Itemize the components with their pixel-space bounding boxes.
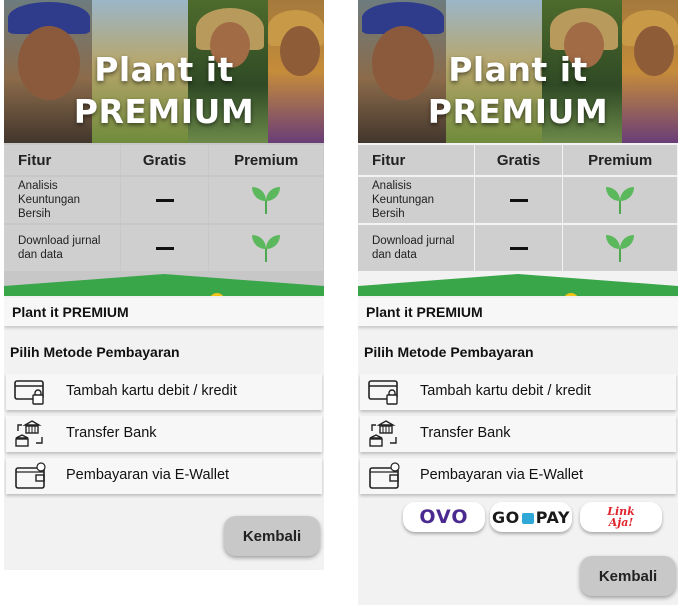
option-label: Pembayaran via E-Wallet	[66, 467, 230, 483]
free-cell	[474, 225, 563, 271]
sheet-title: Plant it PREMIUM	[12, 304, 129, 320]
linkaja-button[interactable]: Link Aja!	[580, 502, 662, 532]
option-label: Pembayaran via E-Wallet	[420, 467, 584, 483]
sheet-header: Plant it PREMIUM	[4, 298, 324, 326]
option-bank-transfer[interactable]: Transfer Bank	[360, 416, 676, 452]
back-button[interactable]: Kembali	[580, 556, 676, 596]
e-wallet-icon	[369, 462, 400, 489]
features-table: Fitur Gratis Premium Analisis Keuntungan…	[4, 145, 324, 273]
header-premium: Premium	[563, 145, 677, 175]
feature-name: Download jurnal dan data	[358, 225, 474, 271]
option-ewallet[interactable]: Pembayaran via E-Wallet	[360, 458, 676, 494]
option-label: Transfer Bank	[420, 425, 511, 441]
dash-icon	[155, 198, 174, 202]
ovo-logo: OVO	[419, 506, 469, 528]
option-label: Transfer Bank	[66, 425, 157, 441]
hero-title-line1: Plant it	[448, 50, 588, 89]
free-cell	[120, 177, 209, 223]
leaf-icon	[252, 235, 281, 262]
dash-icon	[509, 198, 528, 202]
sheet-subtitle: Pilih Metode Pembayaran	[364, 344, 534, 360]
gopay-logo-right: PAY	[535, 507, 570, 527]
screen-before: Plant it PREMIUM Fitur Gratis Premium An…	[4, 0, 324, 570]
leaf-icon	[606, 235, 635, 262]
payment-sheet: Plant it PREMIUM Pilih Metode Pembayaran…	[358, 296, 678, 605]
free-cell	[120, 225, 209, 271]
sheet-title: Plant it PREMIUM	[366, 304, 483, 320]
ovo-button[interactable]: OVO	[403, 502, 485, 532]
e-wallet-icon	[15, 462, 46, 489]
premium-cell	[563, 225, 677, 271]
sheet-header: Plant it PREMIUM	[358, 298, 678, 326]
leaf-icon	[252, 187, 281, 214]
ewallet-choices: OVO GO PAY Link Aja!	[403, 502, 663, 532]
option-label: Tambah kartu debit / kredit	[420, 383, 591, 399]
features-table: Fitur Gratis Premium Analisis Keuntungan…	[358, 145, 678, 273]
screen-after: Plant it PREMIUM Fitur Gratis Premium An…	[358, 0, 678, 605]
premium-cell	[209, 225, 323, 271]
option-bank-transfer[interactable]: Transfer Bank	[6, 416, 322, 452]
free-cell	[474, 177, 563, 223]
option-ewallet[interactable]: Pembayaran via E-Wallet	[6, 458, 322, 494]
feature-name: Analisis Keuntungan Bersih	[358, 177, 474, 223]
hero-title-line2: PREMIUM	[427, 92, 609, 131]
dash-icon	[155, 246, 174, 250]
option-card[interactable]: Tambah kartu debit / kredit	[360, 374, 676, 410]
bank-transfer-icon	[15, 420, 43, 447]
premium-cell	[563, 177, 677, 223]
option-card[interactable]: Tambah kartu debit / kredit	[6, 374, 322, 410]
bank-transfer-icon	[369, 420, 397, 447]
wallet-icon	[521, 512, 534, 524]
hero-banner: Plant it PREMIUM	[358, 0, 678, 143]
hero-banner: Plant it PREMIUM	[4, 0, 324, 143]
credit-card-lock-icon	[14, 380, 44, 405]
sheet-subtitle: Pilih Metode Pembayaran	[10, 344, 180, 360]
linkaja-logo: Link Aja!	[607, 506, 635, 528]
leaf-icon	[606, 187, 635, 214]
back-button[interactable]: Kembali	[224, 516, 320, 556]
header-premium: Premium	[209, 145, 323, 175]
header-fitur: Fitur	[4, 145, 120, 175]
feature-name: Download jurnal dan data	[4, 225, 120, 271]
hero-title-line2: PREMIUM	[73, 92, 255, 131]
option-label: Tambah kartu debit / kredit	[66, 383, 237, 399]
dash-icon	[509, 246, 528, 250]
header-gratis: Gratis	[120, 145, 209, 175]
payment-sheet: Plant it PREMIUM Pilih Metode Pembayaran…	[4, 296, 324, 570]
premium-cell	[209, 177, 323, 223]
gopay-logo: GO PAY	[492, 508, 570, 527]
gopay-logo-left: GO	[492, 507, 520, 527]
hero-title-line1: Plant it	[94, 50, 234, 89]
credit-card-lock-icon	[368, 380, 398, 405]
linkaja-logo-line2: Aja!	[608, 516, 634, 529]
header-gratis: Gratis	[474, 145, 563, 175]
feature-name: Analisis Keuntungan Bersih	[4, 177, 120, 223]
header-fitur: Fitur	[358, 145, 474, 175]
gopay-button[interactable]: GO PAY	[490, 502, 572, 532]
